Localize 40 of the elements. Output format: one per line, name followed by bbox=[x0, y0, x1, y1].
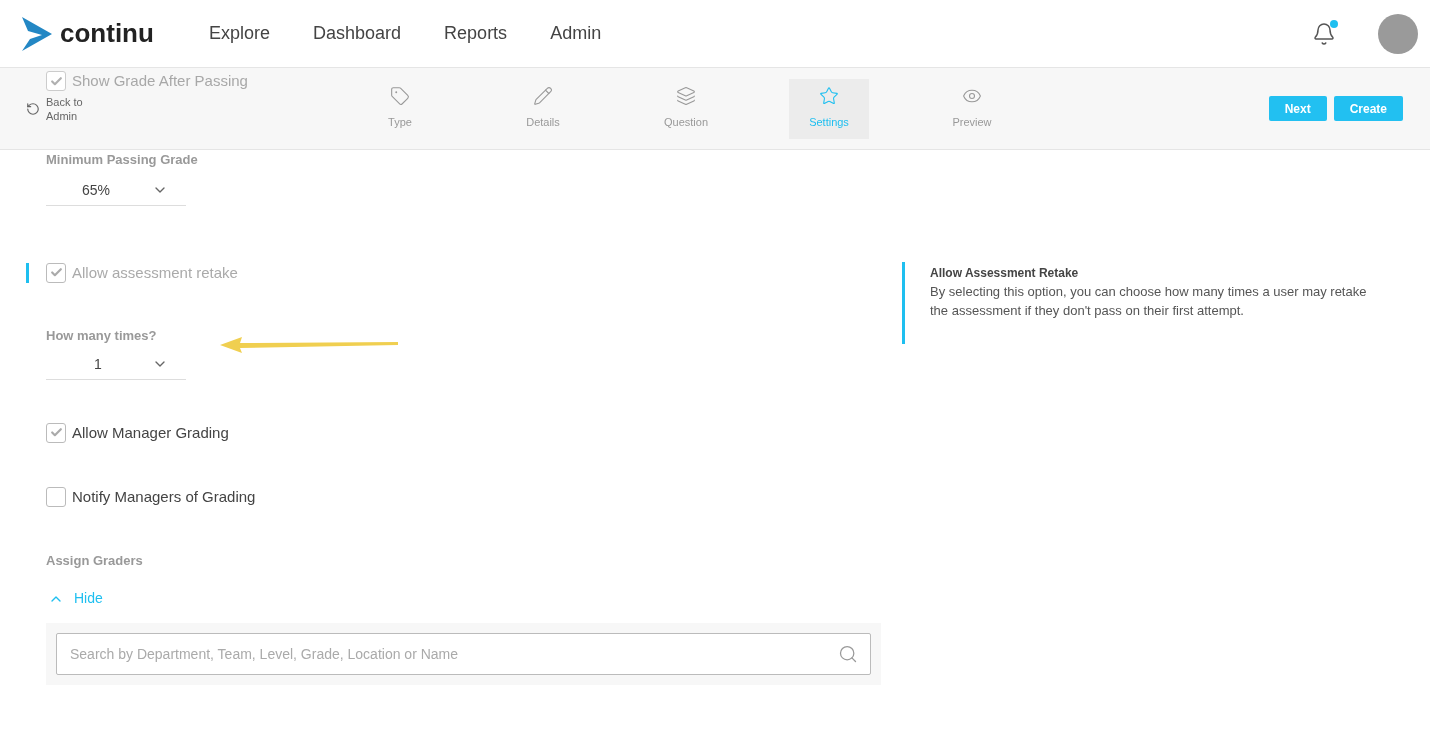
tag-icon bbox=[390, 86, 410, 107]
nav-link[interactable]: Explore bbox=[209, 20, 271, 47]
step-tab[interactable]: Details bbox=[503, 78, 583, 139]
action-button[interactable]: Next bbox=[1268, 96, 1327, 121]
notification-button[interactable] bbox=[1312, 21, 1336, 46]
avatar[interactable] bbox=[1378, 13, 1418, 54]
check-icon bbox=[49, 74, 63, 88]
search-field[interactable]: Search by Department, Team, Level, Grade, Location or Name bbox=[56, 633, 871, 675]
field-label: How many times? bbox=[46, 327, 158, 345]
step-tab[interactable]: Type bbox=[360, 78, 440, 139]
checkbox[interactable] bbox=[46, 71, 66, 92]
field-label: Minimum Passing Grade bbox=[46, 151, 199, 169]
nav-link[interactable]: Reports bbox=[444, 20, 508, 47]
search-icon bbox=[838, 644, 858, 664]
help-title: Allow Assessment Retake bbox=[930, 265, 1080, 282]
action-button[interactable]: Create bbox=[1333, 96, 1403, 121]
hide-toggle[interactable]: Hide bbox=[48, 588, 103, 609]
option-label: Allow assessment retake bbox=[72, 262, 238, 283]
help-text: By selecting this option, you can choose how many times a user may retake the assessment if they don't pass on their first attempt. bbox=[930, 283, 1368, 320]
logo-icon bbox=[20, 16, 52, 51]
star-icon bbox=[819, 86, 839, 107]
nav-link[interactable]: Admin bbox=[550, 20, 602, 47]
section-label: Assign Graders bbox=[46, 551, 144, 570]
step-tab[interactable]: Settings bbox=[789, 78, 869, 139]
nav-link[interactable]: Dashboard bbox=[313, 20, 402, 47]
times-select[interactable]: 1 bbox=[46, 349, 186, 380]
option-label: Notify Managers of Grading bbox=[72, 487, 256, 507]
option-label: Allow Manager Grading bbox=[72, 422, 229, 443]
undo-icon bbox=[26, 101, 40, 116]
layers-icon bbox=[676, 86, 696, 107]
step-tab[interactable]: Preview bbox=[932, 78, 1012, 139]
arrow-annotation-icon bbox=[220, 336, 400, 353]
logo-text: continu bbox=[60, 17, 154, 50]
pencil-icon bbox=[533, 86, 553, 107]
step-tab[interactable]: Question bbox=[646, 78, 726, 139]
back-link[interactable]: Back to Admin bbox=[26, 94, 360, 123]
checkbox[interactable] bbox=[46, 487, 66, 508]
checkbox[interactable] bbox=[46, 422, 66, 443]
grade-select[interactable]: 65% bbox=[46, 175, 186, 206]
option-label: Show Grade After Passing bbox=[72, 71, 248, 91]
